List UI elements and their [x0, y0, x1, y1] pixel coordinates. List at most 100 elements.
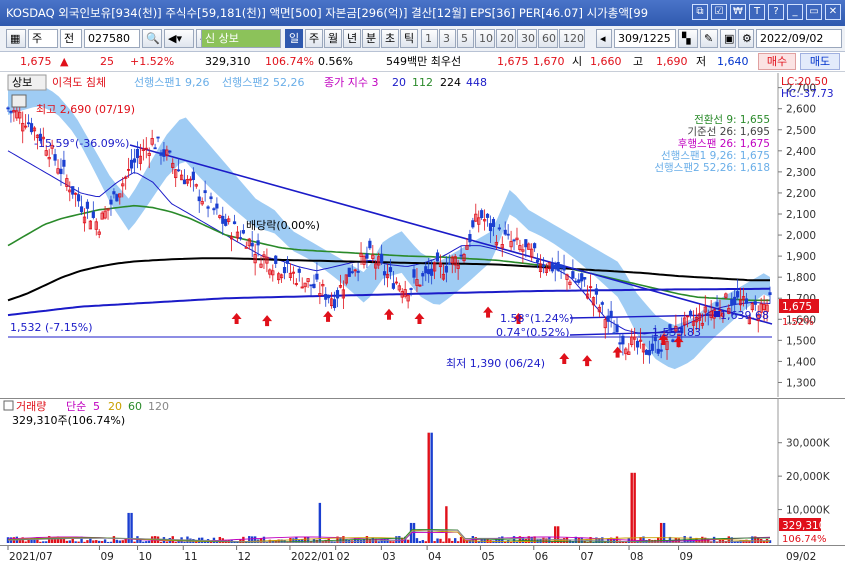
interval-20[interactable]: 20	[496, 29, 516, 48]
low-price: 1,640	[717, 55, 749, 68]
volume-bar	[633, 472, 636, 543]
candle-body	[71, 186, 75, 195]
interval-30[interactable]: 30	[517, 29, 537, 48]
tab-second[interactable]: 초	[381, 29, 399, 48]
help-icon[interactable]: ?	[768, 4, 784, 20]
interval-5[interactable]: 5	[457, 29, 474, 48]
candle-body	[26, 122, 31, 125]
candle-body	[636, 340, 640, 348]
price-change-pct: +1.52%	[130, 55, 175, 68]
candle-body	[297, 268, 301, 273]
candle-body	[659, 349, 663, 352]
candle-body	[159, 152, 163, 156]
candle-body	[285, 260, 290, 264]
candle-body	[115, 194, 119, 202]
won-icon[interactable]: ₩	[730, 4, 746, 20]
candle-body	[324, 293, 328, 300]
volume-checkbox[interactable]	[3, 400, 14, 411]
candle-body	[503, 229, 507, 235]
volume-bar	[24, 541, 27, 543]
x-tick-10: 06	[535, 551, 549, 563]
speaker-icon[interactable]: ◀▾	[164, 29, 194, 48]
date-field[interactable]: 2022/09/02	[756, 29, 842, 48]
tab-week[interactable]: 주	[305, 29, 323, 48]
candle-body	[524, 239, 528, 248]
candle-body	[715, 302, 719, 307]
volume-chart[interactable]: 30,000K 20,000K 10,000K 거래량 단순 5 20 60 120…	[0, 398, 845, 545]
legend-4: 20	[392, 76, 406, 89]
legend-7: 448	[466, 76, 487, 89]
stock-type-select[interactable]: 전	[60, 29, 82, 48]
trend1-label: -15.59°(-36.09%)	[34, 137, 129, 150]
candle-body	[706, 313, 710, 316]
x-right-label: 09/02	[786, 551, 816, 563]
candle-body	[215, 203, 219, 209]
link-icon[interactable]: ⧉	[692, 4, 708, 20]
interval-120[interactable]: 120	[559, 29, 585, 48]
volume-bar	[445, 506, 448, 543]
x-tick-11: 07	[581, 551, 594, 563]
maximize-icon[interactable]: ▭	[806, 4, 822, 20]
candle-body	[6, 107, 10, 110]
save-icon[interactable]: ▣	[720, 29, 736, 48]
x-axis: 2021/07 09 10 11 12 2022/01 02 03 04 05 06 07 08 09 09…	[0, 545, 845, 565]
search-icon[interactable]: 🔍	[142, 29, 162, 48]
check-icon[interactable]: ☑	[711, 4, 727, 20]
close-icon[interactable]: ✕	[825, 4, 841, 20]
tab-tick[interactable]: 틱	[400, 29, 418, 48]
level1-label: 1,639.68	[720, 309, 769, 322]
volume-bar	[456, 541, 460, 543]
candle-body	[488, 223, 493, 232]
tab-month[interactable]: 월	[324, 29, 342, 48]
ind-label-4: 선행스팬2 52,26: 1,618	[654, 162, 770, 174]
interval-60[interactable]: 60	[538, 29, 558, 48]
open-label: 시	[572, 55, 583, 68]
code-input[interactable]: 027580	[84, 29, 140, 48]
x-tick-3: 11	[184, 551, 197, 563]
candle-body	[177, 169, 181, 172]
candle-body	[315, 273, 319, 280]
tab-minute[interactable]: 분	[362, 29, 380, 48]
price-chart[interactable]: 2,7002,6002,5002,4002,3002,2002,1002,000…	[0, 73, 845, 397]
market-select[interactable]: 주	[28, 29, 58, 48]
sell-button[interactable]: 매도	[800, 53, 840, 70]
trend4-label: 0.74°(0.52%)	[496, 326, 570, 339]
candle-body	[615, 324, 619, 333]
vol-y-tick-2: 10,000K	[786, 505, 831, 517]
gear-icon[interactable]: ⚙	[738, 29, 754, 48]
volume-bar	[42, 541, 45, 543]
candle-body	[612, 332, 616, 335]
interval-1[interactable]: 1	[421, 29, 438, 48]
x-tick-12: 08	[630, 551, 643, 563]
tools-icon[interactable]: ▚	[678, 29, 698, 48]
grid-icon[interactable]: ▦	[6, 29, 26, 48]
candle-body	[556, 262, 560, 271]
window-title: KOSDAQ 외국인보유[934(천)] 주식수[59,181(천)] 액면[5…	[6, 6, 649, 20]
stock-name-field[interactable]: 신 상보	[201, 29, 281, 48]
volume-bar	[542, 537, 545, 543]
scroll-left-icon[interactable]: ◂	[596, 29, 612, 48]
tab-year[interactable]: 년	[343, 29, 361, 48]
draw-icon[interactable]: ✎	[700, 29, 718, 48]
interval-10[interactable]: 10	[475, 29, 495, 48]
calc-icon[interactable]	[11, 94, 27, 108]
font-icon[interactable]: T	[749, 4, 765, 20]
high-annotation: 최고 2,690 (07/19)	[36, 103, 135, 116]
open-price: 1,660	[590, 55, 622, 68]
low-label: 저	[696, 55, 707, 68]
volume-bar	[103, 539, 107, 543]
vol-legend-1: 단순	[66, 400, 86, 413]
trend3-label: 1.58°(1.24%)	[500, 312, 574, 325]
buy-button[interactable]: 매수	[758, 53, 796, 70]
candle-body	[644, 349, 649, 355]
candle-body	[312, 283, 316, 289]
interval-3[interactable]: 3	[439, 29, 456, 48]
tab-day[interactable]: 일	[285, 29, 303, 48]
volume-bar	[65, 540, 69, 543]
minimize-icon[interactable]: _	[787, 4, 803, 20]
y-tick-4: 2,300	[786, 167, 816, 179]
candle-body	[91, 211, 95, 218]
volume-bar	[442, 541, 445, 543]
candle-body	[753, 301, 757, 305]
candle-body	[497, 227, 501, 230]
